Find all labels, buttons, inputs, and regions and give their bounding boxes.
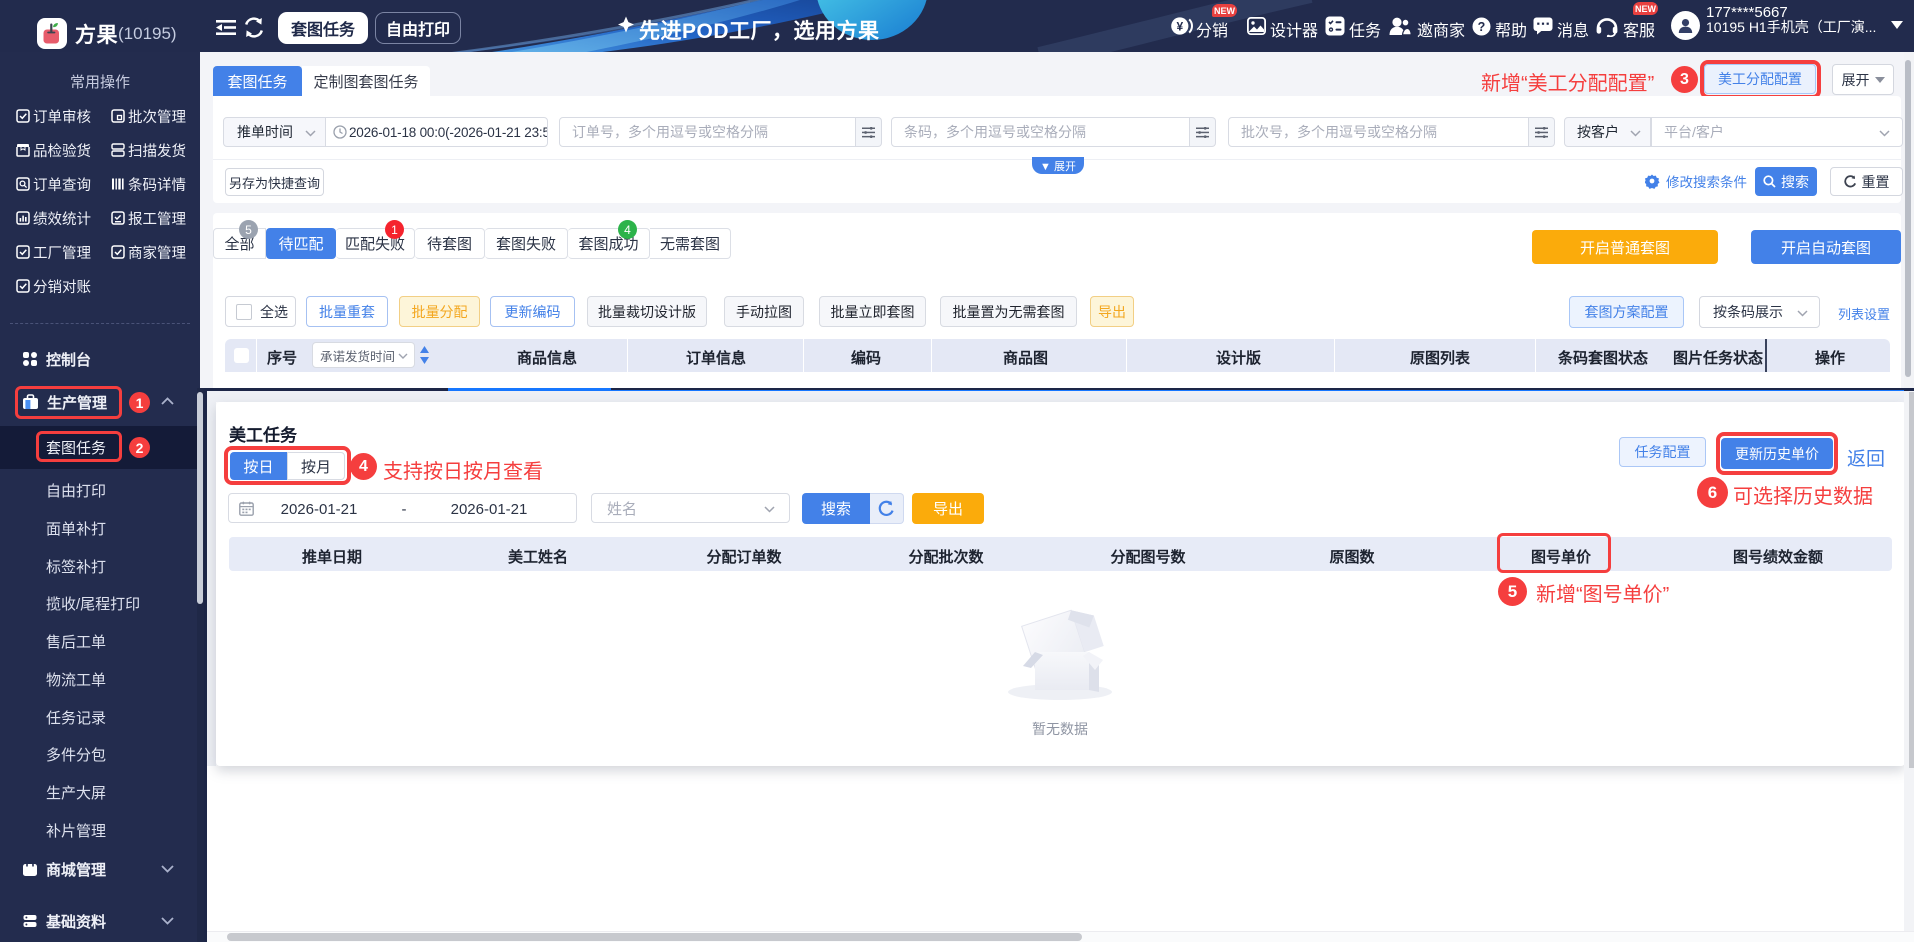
svg-text:?: ? bbox=[1478, 20, 1486, 34]
svg-text:¥: ¥ bbox=[1176, 19, 1183, 33]
